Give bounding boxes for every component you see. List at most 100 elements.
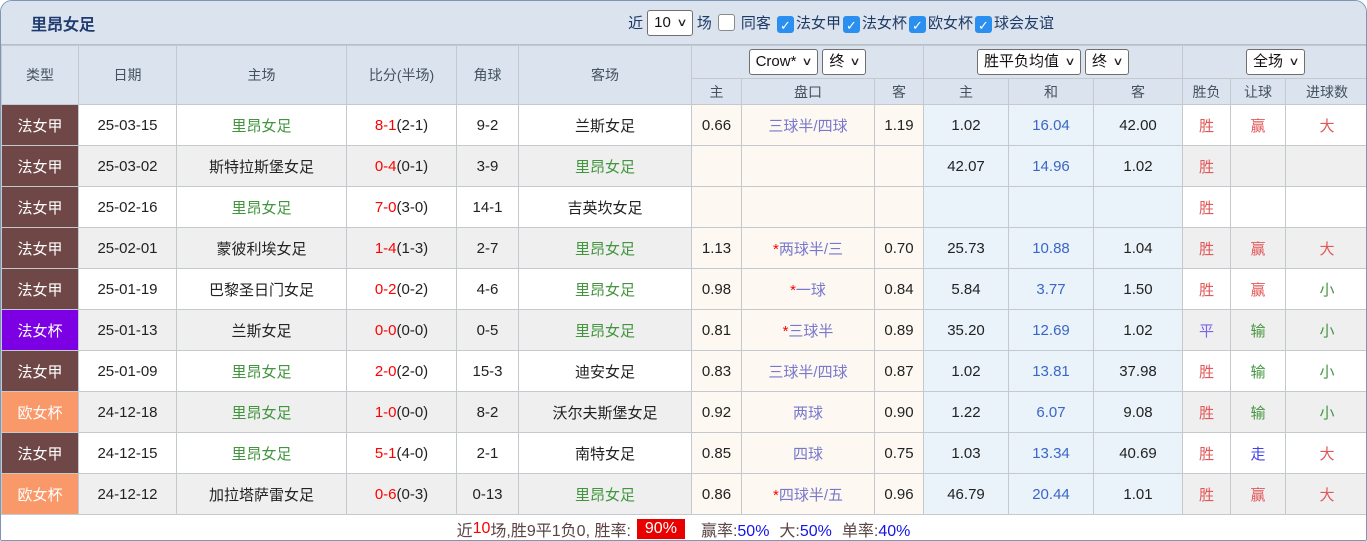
- odds-home: [692, 187, 742, 228]
- goals-result: 大: [1286, 105, 1367, 146]
- scope-select[interactable]: 全场 ∨: [1246, 49, 1305, 75]
- odds-away: [875, 187, 924, 228]
- odds-away: 0.90: [875, 392, 924, 433]
- avg-away: 9.08: [1094, 392, 1183, 433]
- away-team: 南特女足: [519, 433, 692, 474]
- home-team: 加拉塔萨雷女足: [177, 474, 347, 515]
- result: 胜: [1183, 105, 1231, 146]
- score: 1-4(1-3): [347, 228, 457, 269]
- home-team: 兰斯女足: [177, 310, 347, 351]
- league-filter-label: 法女甲: [796, 15, 841, 32]
- goals-result: 小: [1286, 269, 1367, 310]
- recent-count-select[interactable]: 10 ∨: [647, 10, 693, 36]
- chevron-down-icon: ∨: [802, 52, 813, 72]
- odds-away: [875, 146, 924, 187]
- score: 0-4(0-1): [347, 146, 457, 187]
- col-header-away: 客场: [519, 46, 692, 105]
- avg-home: 42.07: [924, 146, 1009, 187]
- goals-result: 小: [1286, 351, 1367, 392]
- same-opponent-checkbox[interactable]: [718, 14, 735, 31]
- league-badge: 法女甲: [2, 105, 79, 146]
- odds-away: 0.75: [875, 433, 924, 474]
- match-date: 25-02-16: [79, 187, 177, 228]
- mean-time-select[interactable]: 终 ∨: [1085, 49, 1129, 75]
- avg-away: [1094, 187, 1183, 228]
- corner-score: 3-9: [457, 146, 519, 187]
- home-team: 里昂女足: [177, 351, 347, 392]
- table-row: 法女甲25-03-15里昂女足8-1(2-1)9-2兰斯女足0.66三球半/四球…: [2, 105, 1367, 146]
- corner-score: 14-1: [457, 187, 519, 228]
- handicap: *四球半/五: [742, 474, 875, 515]
- avg-draw: 12.69: [1009, 310, 1094, 351]
- league-filter-label: 欧女杯: [928, 15, 973, 32]
- league-badge: 欧女杯: [2, 474, 79, 515]
- avg-draw: 14.96: [1009, 146, 1094, 187]
- avg-away: 1.50: [1094, 269, 1183, 310]
- odds-section-header: Crow* ∨ 终 ∨: [692, 46, 924, 79]
- avg-draw: 20.44: [1009, 474, 1094, 515]
- odds-away: 0.84: [875, 269, 924, 310]
- avg-home: 1.22: [924, 392, 1009, 433]
- away-team: 里昂女足: [519, 474, 692, 515]
- mean-section-header: 胜平负均值 ∨ 终 ∨: [924, 46, 1183, 79]
- league-badge: 欧女杯: [2, 392, 79, 433]
- table-row: 法女甲25-03-02斯特拉斯堡女足0-4(0-1)3-9里昂女足42.0714…: [2, 146, 1367, 187]
- table-row: 法女甲25-01-09里昂女足2-0(2-0)15-3迪安女足0.83三球半/四…: [2, 351, 1367, 392]
- handicap-result: 赢: [1231, 228, 1286, 269]
- away-team: 里昂女足: [519, 146, 692, 187]
- handicap-result: 输: [1231, 392, 1286, 433]
- league-filter-checkbox-3[interactable]: ✓: [975, 16, 992, 33]
- summary-stat: 大:50%: [779, 523, 831, 540]
- league-filter-checkbox-0[interactable]: ✓: [777, 16, 794, 33]
- avg-draw: 3.77: [1009, 269, 1094, 310]
- handicap: 四球: [742, 433, 875, 474]
- odds-home: 1.13: [692, 228, 742, 269]
- score: 2-0(2-0): [347, 351, 457, 392]
- col-header-avg-draw: 和: [1009, 79, 1094, 105]
- league-badge: 法女甲: [2, 146, 79, 187]
- goals-result: 大: [1286, 433, 1367, 474]
- avg-home: 35.20: [924, 310, 1009, 351]
- chevron-down-icon: ∨: [850, 52, 861, 72]
- corner-score: 2-1: [457, 433, 519, 474]
- away-team: 沃尔夫斯堡女足: [519, 392, 692, 433]
- handicap-result: 输: [1231, 310, 1286, 351]
- goals-result: [1286, 187, 1367, 228]
- odds-home: 0.98: [692, 269, 742, 310]
- match-date: 24-12-18: [79, 392, 177, 433]
- table-row: 欧女杯24-12-12加拉塔萨雷女足0-6(0-3)0-13里昂女足0.86*四…: [2, 474, 1367, 515]
- result: 胜: [1183, 187, 1231, 228]
- avg-home: 1.02: [924, 105, 1009, 146]
- result: 胜: [1183, 351, 1231, 392]
- handicap: [742, 187, 875, 228]
- bookmaker-select[interactable]: Crow* ∨: [749, 49, 819, 75]
- match-date: 24-12-15: [79, 433, 177, 474]
- handicap-result: [1231, 146, 1286, 187]
- match-history-panel: 里昂女足 近 10 ∨ 场 同客 ✓法女甲✓法女杯✓欧女杯✓球会友谊 类型 日期: [0, 0, 1367, 541]
- avg-away: 1.02: [1094, 146, 1183, 187]
- avg-home: 1.03: [924, 433, 1009, 474]
- avg-away: 37.98: [1094, 351, 1183, 392]
- chevron-down-icon: ∨: [1112, 52, 1123, 72]
- handicap-result: [1231, 187, 1286, 228]
- league-filter-checkbox-2[interactable]: ✓: [909, 16, 926, 33]
- odds-away: 0.96: [875, 474, 924, 515]
- avg-draw: [1009, 187, 1094, 228]
- matches-label: 场: [697, 12, 712, 33]
- avg-draw: 10.88: [1009, 228, 1094, 269]
- odds-time-select[interactable]: 终 ∨: [822, 49, 866, 75]
- col-header-goals: 进球数: [1286, 79, 1367, 105]
- avg-away: 40.69: [1094, 433, 1183, 474]
- league-filter-checkbox-1[interactable]: ✓: [843, 16, 860, 33]
- col-header-odds-away: 客: [875, 79, 924, 105]
- handicap: 两球: [742, 392, 875, 433]
- summary-stat: 赢率:50%: [701, 523, 769, 540]
- scope-section-header: 全场 ∨: [1183, 46, 1367, 79]
- away-team: 吉英坎女足: [519, 187, 692, 228]
- handicap: *两球半/三: [742, 228, 875, 269]
- col-header-score: 比分(半场): [347, 46, 457, 105]
- mean-type-select[interactable]: 胜平负均值 ∨: [977, 49, 1081, 75]
- league-filter-label: 法女杯: [862, 15, 907, 32]
- odds-away: 1.19: [875, 105, 924, 146]
- score: 5-1(4-0): [347, 433, 457, 474]
